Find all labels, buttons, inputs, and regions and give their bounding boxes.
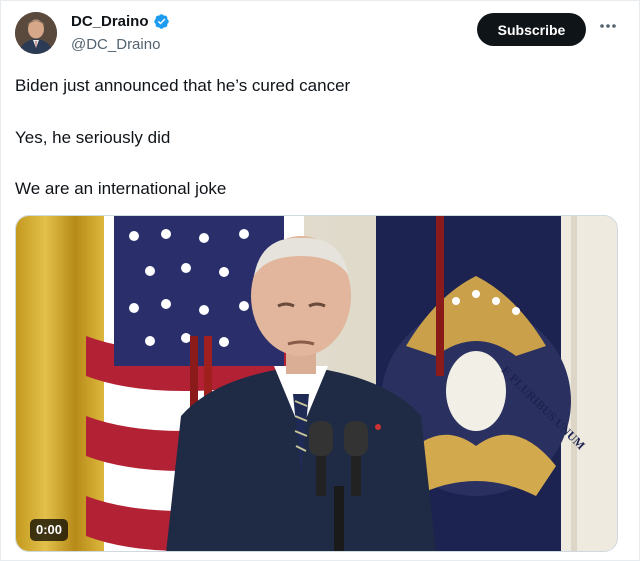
- verified-badge-icon[interactable]: [153, 13, 170, 30]
- author-name-row: DC_Draino: [71, 13, 170, 30]
- tweet-text-line: Yes, he seriously did: [15, 128, 171, 147]
- video-frame: E PLURIBUS UNUM: [16, 216, 617, 551]
- avatar-image: [15, 12, 57, 54]
- tweet-text-line: We are an international joke: [15, 179, 227, 198]
- tweet-text-line: Biden just announced that he’s cured can…: [15, 76, 351, 95]
- tweet-card: DC_Draino @DC_Draino Subscribe Biden jus…: [0, 0, 640, 561]
- avatar[interactable]: [15, 12, 57, 54]
- video-player[interactable]: E PLURIBUS UNUM 0:00: [15, 215, 618, 552]
- display-name[interactable]: DC_Draino: [71, 13, 149, 30]
- author-handle[interactable]: @DC_Draino: [71, 36, 160, 53]
- video-timestamp: 0:00: [30, 519, 69, 541]
- subscribe-button[interactable]: Subscribe: [477, 13, 586, 46]
- more-options-icon[interactable]: [598, 16, 618, 36]
